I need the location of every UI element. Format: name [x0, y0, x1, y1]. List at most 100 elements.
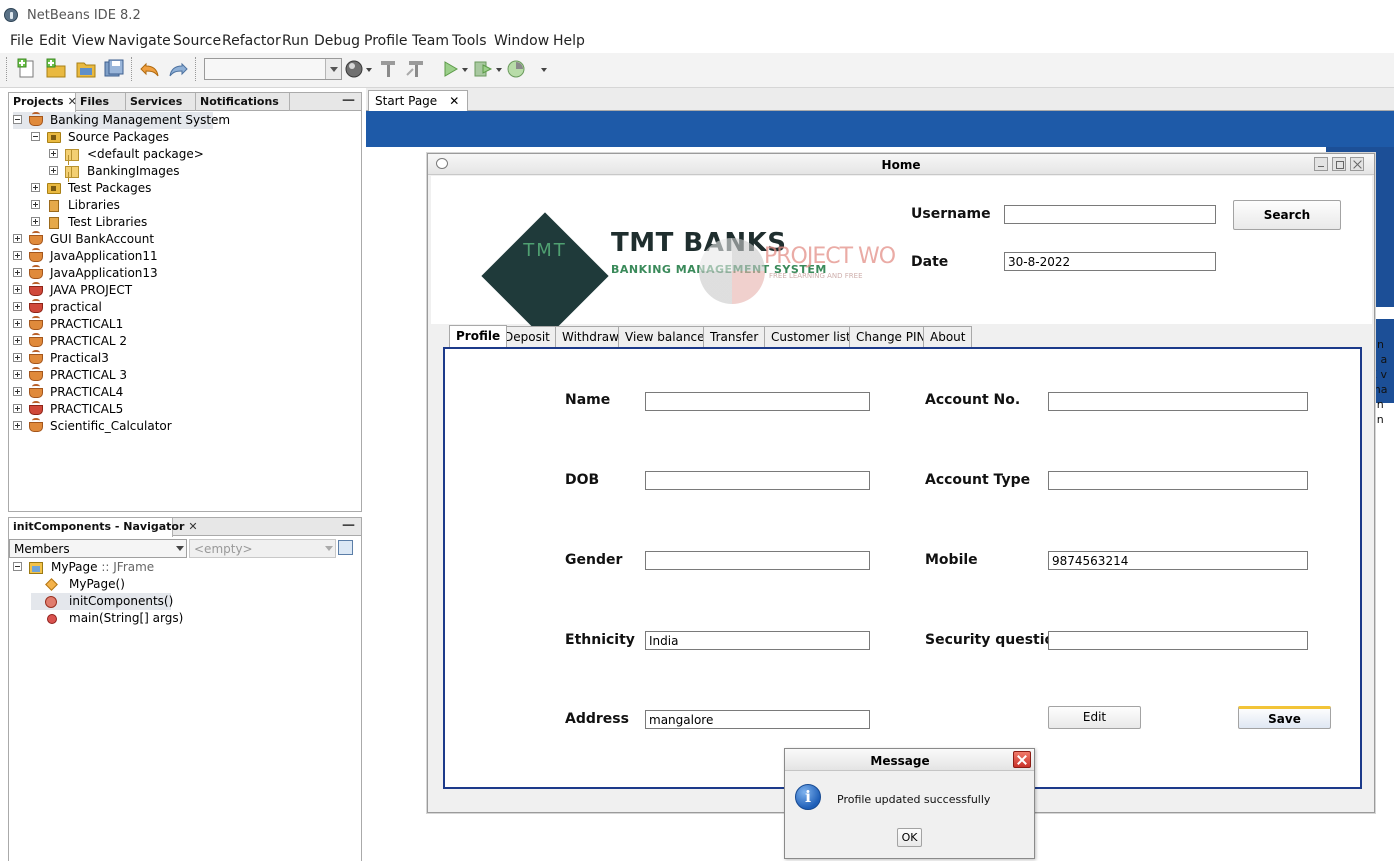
tab-start-page[interactable]: Start Page ✕: [368, 90, 469, 112]
account-type-input[interactable]: [1048, 471, 1308, 490]
ethnicity-input[interactable]: [645, 631, 870, 650]
gender-input[interactable]: [645, 551, 870, 570]
tab-projects[interactable]: Projects ✕: [9, 93, 77, 112]
close-icon[interactable]: [1013, 751, 1031, 768]
tree-item-label: JavaApplication11: [50, 249, 158, 263]
chevron-down-icon[interactable]: [541, 68, 547, 72]
collapse-icon[interactable]: [31, 132, 40, 141]
new-project-icon[interactable]: [44, 57, 68, 81]
menu-profile[interactable]: Profile: [364, 33, 408, 49]
dob-input[interactable]: [645, 471, 870, 490]
expand-icon[interactable]: [31, 217, 40, 226]
tree-item-label: PRACTICAL1: [50, 317, 124, 331]
tab-view-balance[interactable]: View balance: [618, 326, 712, 347]
close-icon[interactable]: ✕: [188, 520, 197, 533]
tab-customer-list[interactable]: Customer list: [764, 326, 858, 347]
chevron-down-icon[interactable]: [366, 68, 372, 72]
expand-icon[interactable]: [13, 251, 22, 260]
close-icon[interactable]: [1350, 157, 1364, 171]
menu-source[interactable]: Source: [173, 33, 221, 49]
clean-build-icon[interactable]: [404, 57, 428, 81]
menu-run[interactable]: Run: [282, 33, 309, 49]
expand-icon[interactable]: [13, 302, 22, 311]
close-icon[interactable]: ✕: [449, 94, 459, 108]
menu-navigate[interactable]: Navigate: [108, 33, 171, 49]
menu-help[interactable]: Help: [553, 33, 585, 49]
maximize-icon[interactable]: [1332, 157, 1346, 171]
tab-files[interactable]: Files: [76, 93, 126, 111]
menu-edit[interactable]: Edit: [39, 33, 66, 49]
collapse-icon[interactable]: [13, 562, 22, 571]
minimize-icon[interactable]: [1314, 157, 1328, 171]
chevron-down-icon[interactable]: [176, 546, 184, 551]
expand-icon[interactable]: [13, 370, 22, 379]
expand-icon[interactable]: [13, 336, 22, 345]
menu-tools[interactable]: Tools: [452, 33, 487, 49]
project-banking-management-system[interactable]: Banking Management System: [13, 112, 230, 129]
tab-navigator[interactable]: initComponents - Navigator ✕: [9, 518, 198, 537]
tab-withdraw[interactable]: Withdraw: [555, 326, 626, 347]
menu-window[interactable]: Window: [494, 33, 549, 49]
expand-icon[interactable]: [13, 387, 22, 396]
new-file-icon[interactable]: [15, 57, 39, 81]
menu-refactor[interactable]: Refactor: [222, 33, 281, 49]
edit-button[interactable]: Edit: [1048, 706, 1141, 729]
chevron-down-icon[interactable]: [496, 68, 502, 72]
ok-button[interactable]: OK: [897, 828, 922, 847]
menu-team[interactable]: Team: [412, 33, 449, 49]
name-input[interactable]: [645, 392, 870, 411]
tab-notifications[interactable]: Notifications: [196, 93, 290, 111]
build-globe-icon[interactable]: [342, 57, 366, 81]
expand-icon[interactable]: [13, 319, 22, 328]
expand-icon[interactable]: [31, 183, 40, 192]
minimize-panel-icon[interactable]: —: [342, 518, 355, 533]
menu-debug[interactable]: Debug: [314, 33, 360, 49]
expand-icon[interactable]: [13, 268, 22, 277]
date-input[interactable]: [1004, 252, 1216, 271]
expand-icon[interactable]: [13, 421, 22, 430]
search-button[interactable]: Search: [1233, 200, 1341, 230]
mobile-input[interactable]: [1048, 551, 1308, 570]
security-question-input[interactable]: [1048, 631, 1308, 650]
expand-icon[interactable]: [13, 404, 22, 413]
mobile-label: Mobile: [925, 552, 978, 568]
tab-transfer[interactable]: Transfer: [703, 326, 766, 347]
expand-icon[interactable]: [31, 200, 40, 209]
open-project-icon[interactable]: [74, 57, 98, 81]
menu-file[interactable]: File: [10, 33, 33, 49]
chevron-down-icon[interactable]: [462, 68, 468, 72]
tab-about[interactable]: About: [923, 326, 973, 347]
run-icon[interactable]: [438, 57, 462, 81]
expand-icon[interactable]: [49, 149, 58, 158]
address-input[interactable]: [645, 710, 870, 729]
expand-icon[interactable]: [13, 285, 22, 294]
tab-profile[interactable]: Profile: [449, 325, 508, 347]
tab-change-pin[interactable]: Change PIN: [849, 326, 933, 347]
expand-icon[interactable]: [13, 353, 22, 362]
save-all-icon[interactable]: [102, 57, 126, 81]
debug-icon[interactable]: [471, 57, 495, 81]
navigator-empty-select[interactable]: <empty>: [189, 539, 336, 558]
save-button[interactable]: Save: [1238, 706, 1331, 729]
menu-view[interactable]: View: [72, 33, 105, 49]
username-input[interactable]: [1004, 205, 1216, 224]
account-no-input[interactable]: [1048, 392, 1308, 411]
home-title: Home: [881, 158, 921, 172]
message-title-bar[interactable]: Message: [785, 749, 1034, 771]
build-hammer-icon[interactable]: [376, 57, 400, 81]
chevron-down-icon[interactable]: [325, 59, 341, 79]
redo-icon[interactable]: [166, 57, 190, 81]
expand-icon[interactable]: [13, 234, 22, 243]
members-filter-select[interactable]: Members: [9, 539, 187, 558]
configuration-combo[interactable]: [204, 58, 342, 80]
chevron-down-icon[interactable]: [325, 546, 333, 551]
profile-icon[interactable]: [504, 57, 528, 81]
collapse-icon[interactable]: [13, 115, 22, 124]
filter-options-icon[interactable]: [338, 540, 353, 555]
navigator-member[interactable]: initComponents(): [31, 593, 173, 610]
home-title-bar[interactable]: Home: [428, 154, 1374, 175]
tab-services[interactable]: Services: [126, 93, 196, 111]
undo-icon[interactable]: [138, 57, 162, 81]
minimize-panel-icon[interactable]: —: [342, 93, 355, 108]
expand-icon[interactable]: [49, 166, 58, 175]
